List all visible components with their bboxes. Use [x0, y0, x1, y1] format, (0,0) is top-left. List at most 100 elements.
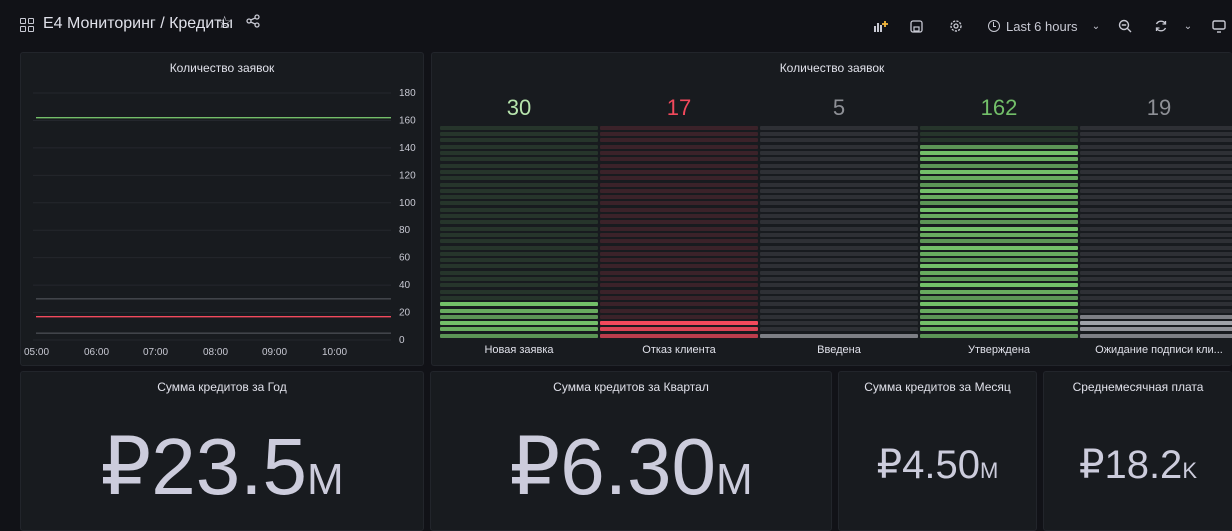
stat-unit: K: [1182, 458, 1197, 483]
stat-unit: M: [306, 455, 344, 504]
bargauge-cell-empty: [1080, 302, 1232, 307]
panel-title: Сумма кредитов за Год: [157, 380, 287, 394]
bargauge-cell-empty: [1080, 289, 1232, 294]
bargauge-cell-filled: [920, 163, 1078, 168]
bargauge-cell-filled: [920, 220, 1078, 225]
stat-value: ₽4.50M: [839, 442, 1036, 488]
bargauge-cell-empty: [1080, 195, 1232, 200]
bargauge-cell-empty: [1080, 283, 1232, 288]
bargauge-cell-empty: [760, 245, 918, 250]
y-tick-label: 20: [399, 308, 411, 319]
bargauge-cell-filled: [600, 333, 758, 338]
bargauge-cell-filled: [600, 327, 758, 332]
bargauge-cell-filled: [920, 270, 1078, 275]
bargauge-cell-empty: [600, 163, 758, 168]
y-tick-label: 40: [399, 280, 411, 291]
stat-unit: M: [979, 458, 999, 483]
bargauge-cell-empty: [600, 169, 758, 174]
bargauge-cell-filled: [760, 333, 918, 338]
bargauge-cell-empty: [440, 125, 598, 130]
bargauge-cell-empty: [760, 214, 918, 218]
add-panel-icon[interactable]: [868, 13, 894, 39]
bargauge-cell-empty: [600, 264, 758, 269]
bargauge-cell-empty: [440, 195, 598, 200]
bargauge-cell-empty: [600, 207, 758, 212]
bargauge-cell-filled: [920, 251, 1078, 256]
bargauge-cell-empty: [600, 283, 758, 288]
bargauge-cell-empty: [1080, 214, 1232, 218]
share-icon[interactable]: [246, 14, 260, 32]
tv-mode-icon[interactable]: [1206, 13, 1232, 39]
bargauge-cell-empty: [440, 226, 598, 231]
bargauge-cell-empty: [1080, 264, 1232, 269]
bargauge-cell-empty: [440, 258, 598, 263]
bargauge-cell-empty: [760, 163, 918, 168]
stat-panel-quarter: Сумма кредитов за Квартал ₽6.30M: [430, 371, 832, 531]
bargauge-cell-empty: [600, 270, 758, 275]
zoom-out-icon[interactable]: [1112, 13, 1138, 39]
save-icon[interactable]: [903, 13, 929, 39]
bargauge-value: 162: [980, 95, 1018, 120]
bargauge-cell-empty: [600, 289, 758, 294]
bargauge-column[interactable]: 5 Введена: [760, 53, 918, 356]
bargauge-cell-empty: [760, 138, 918, 143]
bargauge-bar: [600, 121, 758, 340]
bargauge-cell-filled: [600, 321, 758, 326]
bargauge-cell-empty: [760, 289, 918, 294]
bargauge-cell-empty: [1080, 176, 1232, 181]
stat-number: ₽23.5: [100, 422, 307, 511]
bargauge-label: Утверждена: [967, 344, 1031, 356]
settings-icon[interactable]: [943, 13, 969, 39]
bargauge-cell-empty: [440, 214, 598, 218]
bargauge-cell-empty: [1080, 245, 1232, 250]
bargauge-cell-filled: [920, 308, 1078, 313]
bargauge-cell-filled: [920, 258, 1078, 263]
bargauge-cell-filled: [920, 283, 1078, 288]
refresh-icon[interactable]: [1148, 13, 1174, 39]
x-tick-label: 10:00: [322, 347, 347, 358]
star-icon[interactable]: ☆: [217, 13, 232, 33]
bargauge-cell-filled: [920, 169, 1078, 174]
bargauge-cell-empty: [760, 239, 918, 244]
bargauge-cell-filled: [440, 308, 598, 313]
time-range-picker[interactable]: Last 6 hours: [984, 13, 1084, 39]
bargauge-cell-empty: [760, 151, 918, 155]
y-tick-label: 100: [399, 198, 416, 209]
bargauge-cell-empty: [760, 321, 918, 326]
bargauge-cell-filled: [920, 264, 1078, 269]
bargauge-column[interactable]: 30 Новая заявка: [440, 53, 598, 356]
bargauge-cell-filled: [920, 182, 1078, 187]
bargauge-cell-filled: [920, 333, 1078, 338]
bargauge-cell-filled: [920, 176, 1078, 181]
bargauge-cell-empty: [920, 138, 1078, 143]
bargauge-cell-empty: [600, 277, 758, 281]
x-tick-label: 05:00: [24, 347, 49, 358]
chevron-down-icon[interactable]: ⌄: [1083, 13, 1109, 39]
bargauge-cell-empty: [760, 226, 918, 231]
bargauge-cell-filled: [920, 232, 1078, 237]
bargauge-cell-empty: [920, 132, 1078, 137]
bargauge-cell-filled: [920, 277, 1078, 281]
panel-title: Сумма кредитов за Месяц: [864, 380, 1011, 394]
bargauge-cell-empty: [600, 151, 758, 155]
bargauge-cell-filled: [920, 157, 1078, 162]
dashboards-grid-icon[interactable]: [20, 18, 34, 32]
stat-value: ₽6.30M: [431, 420, 831, 513]
bargauge-cell-empty: [440, 245, 598, 250]
bargauge-cell-empty: [440, 188, 598, 193]
y-tick-label: 0: [399, 335, 405, 346]
bargauge-cell-filled: [920, 144, 1078, 149]
bargauge-cell-filled: [920, 188, 1078, 193]
bargauge-column[interactable]: 162 Утверждена: [920, 53, 1078, 356]
bargauge-bar: [440, 121, 598, 340]
y-tick-label: 160: [399, 115, 416, 126]
bargauge-column[interactable]: 17 Отказ клиента: [600, 53, 758, 356]
breadcrumb[interactable]: E4 Мониторинг / Кредиты: [43, 15, 233, 33]
bargauge-cell-empty: [760, 188, 918, 193]
chevron-down-icon[interactable]: ⌄: [1175, 13, 1201, 39]
bargauge-cell-empty: [440, 157, 598, 162]
bargauge-cell-empty: [1080, 169, 1232, 174]
bargauge-column[interactable]: 19 Ожидание подписи кли...: [1080, 53, 1232, 356]
bargauge-cell-empty: [440, 264, 598, 269]
bargauge-cell-filled: [920, 321, 1078, 326]
